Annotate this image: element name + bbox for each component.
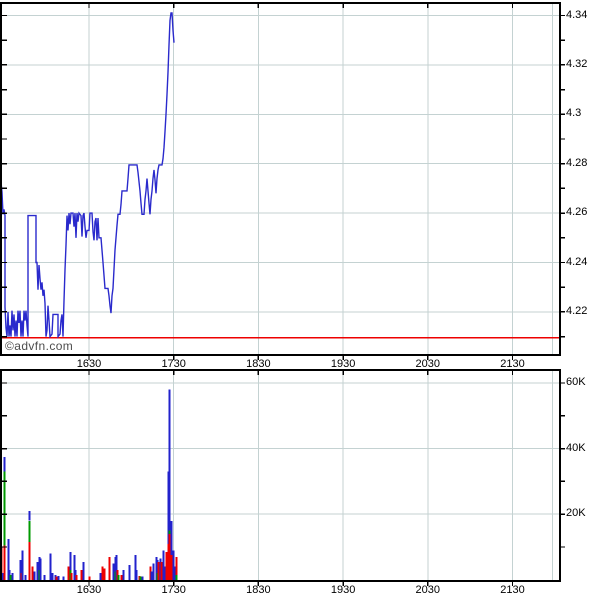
price-y-tick-label: 4.34 <box>566 8 588 21</box>
price-x-tick-label: 1630 <box>76 358 102 370</box>
price-y-tick-label: 4.26 <box>566 206 588 219</box>
price-y-tick-label: 4.3 <box>566 107 582 120</box>
volume-bar-segment <box>9 574 12 580</box>
volume-x-tick-label: 1930 <box>330 584 356 596</box>
price-y-tick-label: 4.28 <box>566 156 588 169</box>
price-y-tick-label: 4.22 <box>566 304 588 317</box>
volume-bar-segment <box>51 573 54 580</box>
volume-bar-segment <box>28 520 31 543</box>
volume-bar-segment <box>3 456 6 472</box>
price-x-tick-label: 1830 <box>246 358 271 370</box>
volume-bar-segment <box>108 556 111 580</box>
volume-x-tick-label: 2030 <box>415 584 441 596</box>
price-x-tick-label: 2030 <box>415 358 441 370</box>
advfn-watermark: ©advfn.com <box>5 339 74 353</box>
price-y-tick-label: 4.24 <box>566 255 588 268</box>
volume-bar-segment <box>120 574 123 580</box>
volume-bar-segment <box>173 566 176 580</box>
price-x-tick-label: 2130 <box>500 358 525 370</box>
volume-bar-segment <box>117 574 120 580</box>
volume-bar-segment <box>112 563 115 580</box>
volume-bar-segment <box>152 563 155 580</box>
volume-bar-segment <box>163 566 166 580</box>
volume-bar-segment <box>175 574 178 580</box>
volume-x-tick-label: 1730 <box>161 584 186 596</box>
volume-bar-segment <box>128 565 131 580</box>
price-line-series <box>0 12 175 339</box>
price-x-tick-label: 1730 <box>161 358 186 370</box>
volume-bar-segment <box>57 575 60 580</box>
volume-bar-segment <box>99 573 102 580</box>
volume-bar-segment <box>75 574 78 580</box>
volume-bar-segment <box>28 542 31 580</box>
volume-y-tick-label: 20K <box>566 507 586 520</box>
volume-bar-segment <box>3 471 6 546</box>
volume-bar-segment <box>168 530 171 534</box>
volume-bar-segment <box>165 551 168 580</box>
volume-bar-segment <box>70 573 73 580</box>
volume-bar-segment <box>122 570 125 580</box>
price-y-tick-label: 4.32 <box>566 57 588 70</box>
volume-bar-segment <box>28 510 31 521</box>
volume-bar-segment <box>82 561 85 580</box>
volume-bar-segment <box>43 574 46 580</box>
volume-bar-segment <box>170 520 173 556</box>
volume-x-tick-label: 1830 <box>246 584 271 596</box>
volume-bar-segment <box>3 545 6 580</box>
volume-bar-segment <box>11 573 14 580</box>
volume-bar-segment <box>160 561 163 580</box>
volume-bar-segment <box>168 389 171 531</box>
volume-bar-segment <box>103 568 106 580</box>
volume-x-tick-label: 1630 <box>76 584 102 596</box>
volume-y-tick-label: 60K <box>566 376 586 388</box>
price-plot-border <box>0 2 561 356</box>
volume-bar-segment <box>36 561 39 580</box>
volume-bar-segment <box>135 570 138 580</box>
volume-y-tick-label: 40K <box>566 441 586 454</box>
volume-bar-segment <box>49 553 52 580</box>
volume-bar-segment <box>21 550 24 580</box>
price-x-tick-label: 1930 <box>330 358 356 370</box>
volume-bar-segment <box>24 574 27 580</box>
volume-bar-segment <box>88 576 91 580</box>
volume-bar-segment <box>141 576 144 580</box>
chart-canvas <box>0 2 565 586</box>
volume-bar-segment <box>39 558 42 580</box>
volume-bar-segment <box>150 571 153 580</box>
volume-bar-segment <box>175 556 178 575</box>
volume-bar-segment <box>168 533 171 580</box>
volume-bar-segment <box>33 571 36 580</box>
volume-plot-border <box>0 369 561 582</box>
volume-bar-segment <box>69 551 72 570</box>
volume-bar-segment <box>62 576 65 580</box>
advfn-intraday-chart: ©advfn.com 4.34 4.32 4.3 4.28 4.26 4.24 4.22 60… <box>0 0 600 600</box>
volume-x-tick-label: 2130 <box>500 584 525 596</box>
volume-bar-segment <box>139 576 142 580</box>
volume-bar-segment <box>55 576 58 580</box>
